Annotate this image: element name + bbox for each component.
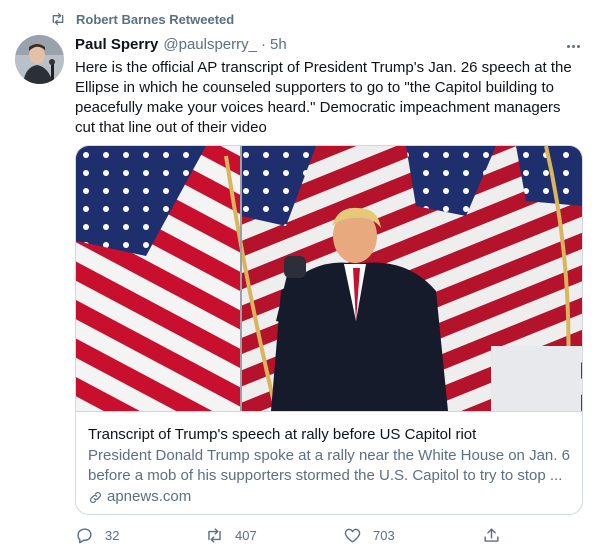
card-title[interactable]: Transcript of Trump's speech at rally be…: [88, 425, 570, 445]
share-button[interactable]: [482, 526, 501, 545]
author-name[interactable]: Paul Sperry: [75, 36, 158, 53]
like-button[interactable]: 703: [343, 526, 395, 545]
heart-icon: [344, 528, 361, 543]
tweet-header: Paul Sperry @paulsperry_ · 5h: [75, 36, 287, 53]
retweet-banner-label: Robert Barnes Retweeted: [76, 11, 235, 27]
retweet-icon: [52, 13, 64, 25]
author-handle[interactable]: @paulsperry_: [163, 36, 257, 53]
reply-icon: [77, 528, 92, 544]
retweet-banner[interactable]: Robert Barnes Retweeted: [50, 11, 234, 27]
more-options-icon[interactable]: [564, 37, 582, 55]
reply-button[interactable]: 32: [75, 526, 119, 545]
retweet-button[interactable]: 407: [205, 526, 257, 545]
link-card[interactable]: Transcript of Trump's speech at rally be…: [75, 145, 583, 515]
reply-count: 32: [105, 528, 120, 543]
tweet-time[interactable]: 5h: [270, 36, 287, 53]
card-domain-label: apnews.com: [107, 488, 192, 505]
avatar[interactable]: [15, 35, 64, 84]
retweet-icon: [208, 528, 221, 543]
card-body[interactable]: Transcript of Trump's speech at rally be…: [76, 411, 582, 514]
like-count: 703: [373, 528, 395, 543]
card-description: President Donald Trump spoke at a rally …: [88, 447, 570, 484]
card-image[interactable]: [76, 146, 582, 412]
share-icon: [484, 528, 499, 542]
retweet-count: 407: [235, 528, 257, 543]
tweet-actions: 32 407 703: [75, 526, 505, 548]
link-icon: [90, 491, 101, 503]
card-domain[interactable]: apnews.com: [88, 487, 570, 507]
separator-dot: ·: [260, 36, 266, 53]
tweet-text: Here is the official AP transcript of Pr…: [75, 59, 572, 136]
